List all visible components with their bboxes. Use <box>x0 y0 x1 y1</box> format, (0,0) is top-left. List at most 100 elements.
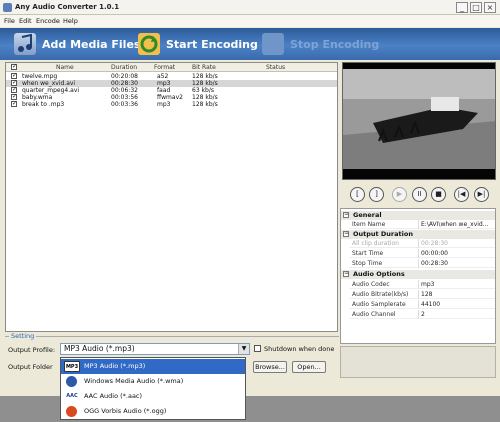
cell-duration: 00:28:30 <box>111 80 138 87</box>
file-row[interactable]: ✓ break to .mp3 00:03:36 mp3 128 kb/s <box>6 101 337 108</box>
cell-duration: 00:03:56 <box>111 94 138 101</box>
section-general[interactable]: − General <box>341 211 495 220</box>
app-window: Any Audio Converter 1.0.1 _ □ × File Edi… <box>0 0 500 396</box>
cell-name: baby.wma <box>22 94 53 101</box>
add-media-files-button[interactable]: Add Media Files <box>14 32 140 56</box>
file-list-header: ✓ Name Duration Format Bit Rate Status <box>6 63 337 72</box>
cell-bitrate: 128 kb/s <box>192 101 218 108</box>
output-profile-dropdown: MP3 MP3 Audio (*.mp3) Windows Media Audi… <box>60 357 246 420</box>
option-wma[interactable]: Windows Media Audio (*.wma) <box>61 374 245 389</box>
file-row[interactable]: ✓ twelve.mpg 00:20:08 a52 128 kb/s <box>6 73 337 80</box>
prop-audio-codec[interactable]: Audio Codec mp3 <box>349 280 495 289</box>
menu-edit[interactable]: Edit <box>19 17 32 25</box>
start-encoding-label: Start Encoding <box>166 37 258 51</box>
section-audio-options[interactable]: − Audio Options <box>341 270 495 279</box>
file-row[interactable]: ✓ baby.wma 00:03:56 ffwmav2 128 kb/s <box>6 94 337 101</box>
encode-arrow-icon <box>138 33 160 55</box>
ogg-vorbis-icon <box>66 406 77 417</box>
cell-bitrate: 63 kb/s <box>192 87 214 94</box>
browse-button[interactable]: Browse... <box>253 361 287 373</box>
setting-legend: Setting <box>9 332 37 340</box>
prop-all-clip-duration: All clip duration 00:28:30 <box>349 239 495 248</box>
cell-bitrate: 128 kb/s <box>192 80 218 87</box>
output-profile-label: Output Profile: <box>8 346 56 354</box>
toolbar: Add Media Files Start Encoding Stop Enco… <box>0 28 500 60</box>
file-row[interactable]: ✓ quarter_mpeg4.avi 00:06:32 faad 63 kb/s <box>6 87 337 94</box>
cell-duration: 00:06:32 <box>111 87 138 94</box>
cell-bitrate: 128 kb/s <box>192 94 218 101</box>
add-media-files-label: Add Media Files <box>42 37 141 51</box>
properties-panel: − General Item Name E:\AVI\when we_xvid.… <box>340 208 496 344</box>
shutdown-label: Shutdown when done <box>264 345 335 353</box>
menu-bar: File Edit Encode Help <box>0 15 500 27</box>
start-encoding-button[interactable]: Start Encoding <box>138 32 258 56</box>
file-list: ✓ Name Duration Format Bit Rate Status ✓… <box>5 62 338 332</box>
chevron-down-icon[interactable]: ▼ <box>238 344 249 354</box>
prop-audio-bitrate[interactable]: Audio Bitrate(kb/s) 128 <box>349 290 495 299</box>
aac-icon: AAC <box>64 391 80 402</box>
next-button[interactable]: ▶| <box>474 187 489 202</box>
mark-in-button[interactable]: [ <box>350 187 365 202</box>
prop-audio-channel[interactable]: Audio Channel 2 <box>349 310 495 319</box>
title-bar: Any Audio Converter 1.0.1 _ □ × <box>0 0 500 15</box>
cell-name: quarter_mpeg4.avi <box>22 87 80 94</box>
video-preview <box>342 62 496 180</box>
section-output-duration[interactable]: − Output Duration <box>341 230 495 239</box>
cell-name: when we_xvid.avi <box>22 80 76 87</box>
play-button[interactable]: ▶ <box>392 187 407 202</box>
stop-button[interactable]: ■ <box>431 187 446 202</box>
cell-format: faad <box>157 87 171 94</box>
music-note-icon <box>14 33 36 55</box>
select-all-checkbox[interactable]: ✓ <box>11 64 17 70</box>
option-ogg[interactable]: OGG Vorbis Audio (*.ogg) <box>61 404 245 419</box>
previous-button[interactable]: |◀ <box>454 187 469 202</box>
mp3-icon: MP3 <box>64 361 80 372</box>
menu-help[interactable]: Help <box>63 17 78 25</box>
mark-out-button[interactable]: ] <box>369 187 384 202</box>
shutdown-checkbox[interactable] <box>254 345 261 352</box>
windows-media-icon <box>66 376 77 387</box>
window-title: Any Audio Converter 1.0.1 <box>15 3 120 11</box>
maximize-button[interactable]: □ <box>470 2 482 13</box>
cell-duration: 00:03:36 <box>111 101 138 108</box>
video-frame-image <box>343 63 495 179</box>
minimize-button[interactable]: _ <box>456 2 468 13</box>
pause-button[interactable]: II <box>412 187 427 202</box>
prop-audio-samplerate[interactable]: Audio Samplerate 44100 <box>349 300 495 309</box>
cell-bitrate: 128 kb/s <box>192 73 218 80</box>
cell-name: twelve.mpg <box>22 73 58 80</box>
collapse-icon[interactable]: − <box>343 212 349 218</box>
stop-icon <box>262 33 284 55</box>
cell-duration: 00:20:08 <box>111 73 138 80</box>
status-panel <box>340 346 496 378</box>
column-name[interactable]: Name <box>56 64 74 71</box>
open-button[interactable]: Open... <box>292 361 326 373</box>
cell-format: a52 <box>157 73 169 80</box>
column-format[interactable]: Format <box>154 64 175 71</box>
playback-controls: [ ] ▶ II ■ |◀ ▶| <box>342 184 496 206</box>
output-profile-value: MP3 Audio (*.mp3) <box>64 344 135 353</box>
collapse-icon[interactable]: − <box>343 271 349 277</box>
option-mp3[interactable]: MP3 MP3 Audio (*.mp3) <box>61 359 245 374</box>
cell-format: mp3 <box>157 80 171 87</box>
option-aac[interactable]: AAC AAC Audio (*.aac) <box>61 389 245 404</box>
stop-encoding-label: Stop Encoding <box>290 37 380 51</box>
collapse-icon[interactable]: − <box>343 231 349 237</box>
close-button[interactable]: × <box>484 2 496 13</box>
column-status[interactable]: Status <box>266 64 285 71</box>
prop-item-name: Item Name E:\AVI\when we_xvid... <box>349 220 495 229</box>
stop-encoding-button[interactable]: Stop Encoding <box>262 32 379 56</box>
menu-encode[interactable]: Encode <box>36 17 60 25</box>
column-duration[interactable]: Duration <box>111 64 137 71</box>
app-icon <box>3 3 12 12</box>
output-profile-select[interactable]: MP3 Audio (*.mp3) ▼ <box>60 343 250 355</box>
prop-stop-time[interactable]: Stop Time 00:28:30 <box>349 259 495 268</box>
prop-start-time[interactable]: Start Time 00:00:00 <box>349 249 495 258</box>
output-folder-label: Output Folder <box>8 363 53 371</box>
column-bitrate[interactable]: Bit Rate <box>192 64 216 71</box>
cell-format: ffwmav2 <box>157 94 183 101</box>
cell-name: break to .mp3 <box>22 101 65 108</box>
menu-file[interactable]: File <box>4 17 15 25</box>
row-checkbox[interactable]: ✓ <box>11 101 17 107</box>
file-row[interactable]: ✓ when we_xvid.avi 00:28:30 mp3 128 kb/s <box>6 80 337 87</box>
